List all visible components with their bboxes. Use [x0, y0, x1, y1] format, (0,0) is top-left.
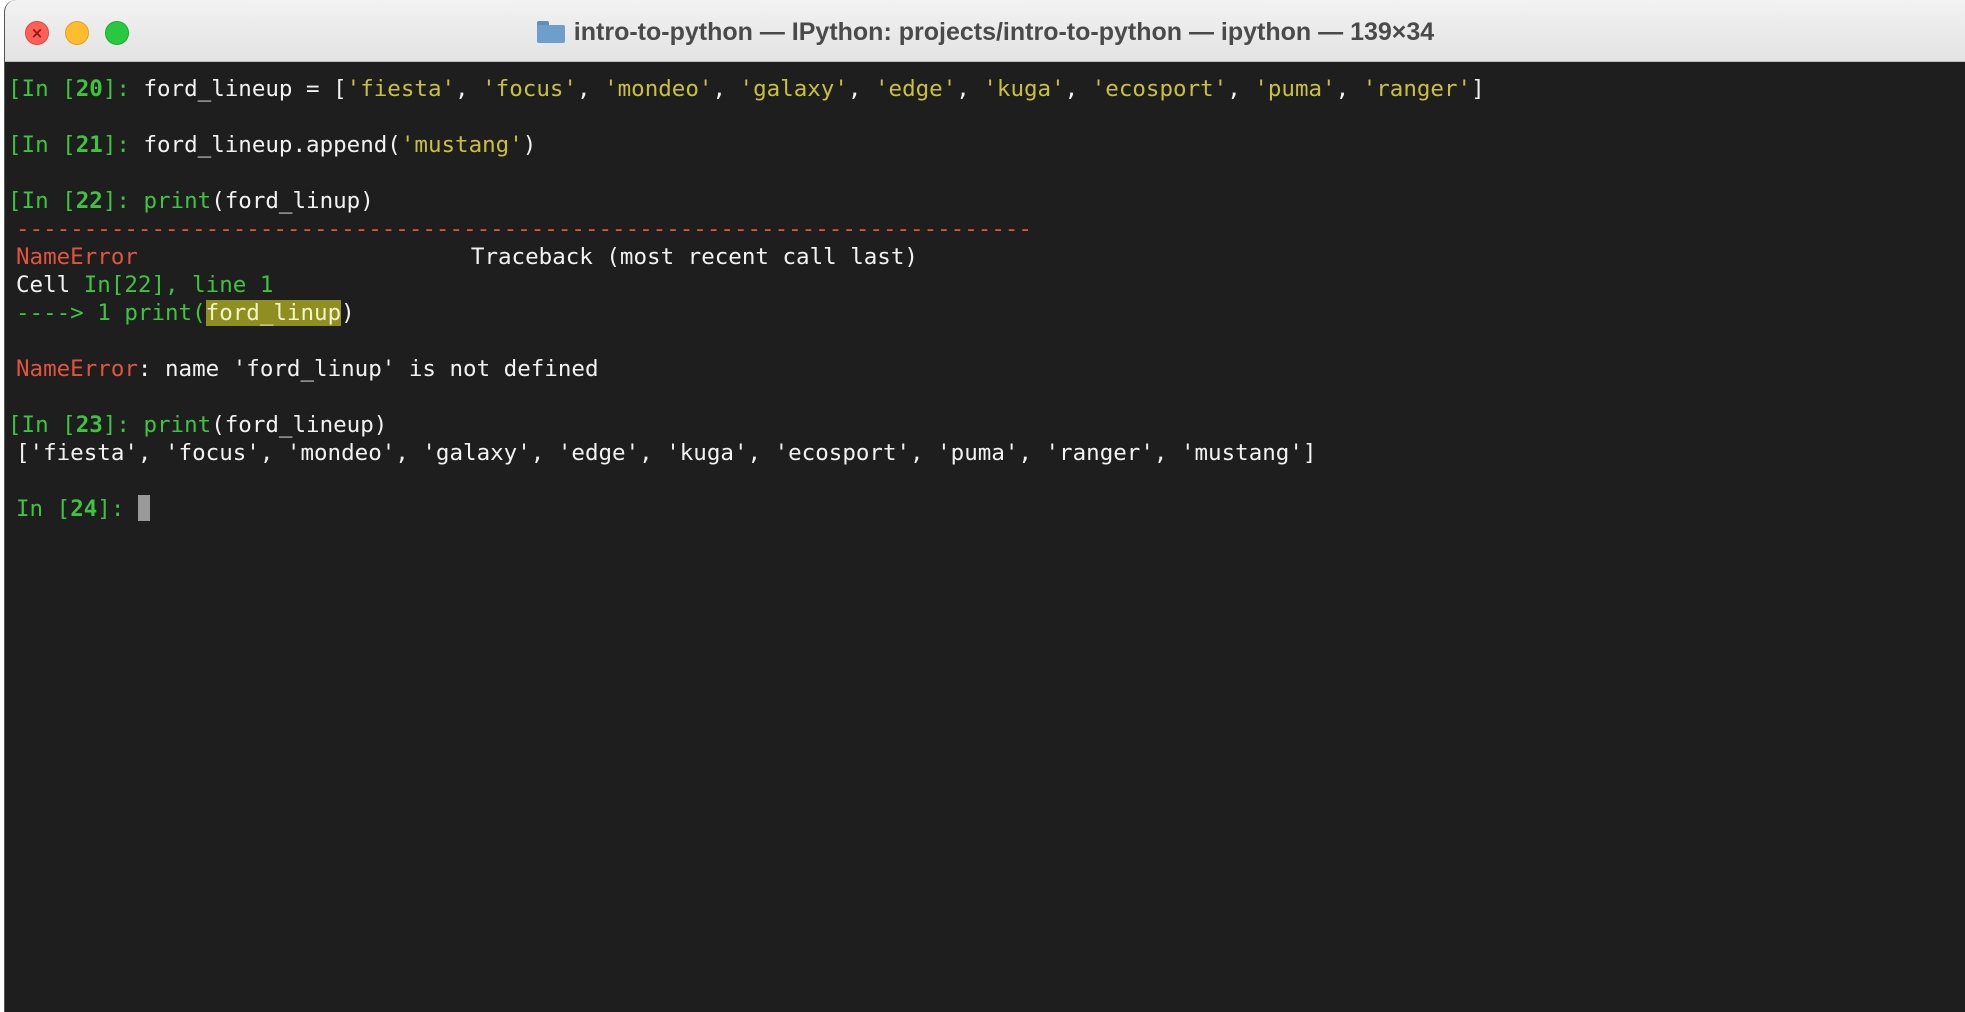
string-literal: 'fiesta' [346, 76, 456, 102]
traceback-header: NameError Traceback (most recent call las… [8, 243, 1965, 271]
text-cursor [137, 495, 150, 521]
code-text: ) [522, 132, 537, 158]
prompt-open: In [ [16, 496, 71, 522]
prompt-number: 21 [75, 132, 103, 158]
code-text: ) [341, 300, 355, 326]
string-literal: 'galaxy' [739, 76, 848, 102]
input-line-20: [In [20]: ford_lineup = ['fiesta', 'focu… [8, 76, 1485, 102]
input-line-24[interactable]: In [24]: [8, 495, 1965, 523]
error-highlight: ford_linup [205, 300, 342, 326]
string-literal: 'mustang' [400, 132, 523, 158]
error-message: : name 'ford_linup' is not defined [137, 356, 599, 382]
window-title-area: intro-to-python — IPython: projects/intr… [5, 14, 1965, 50]
prompt-close: ]: [102, 76, 144, 102]
input-line-23: [In [23]: print(ford_lineup) [8, 411, 1965, 439]
terminal-content[interactable]: [In [20]: ford_lineup = ['fiesta', 'focu… [8, 62, 1965, 1012]
prompt-open: [In [ [8, 412, 76, 438]
string-literal: 'edge' [875, 76, 957, 102]
prompt-close: ]: [97, 496, 138, 522]
input-line-21: [In [21]: ford_lineup.append('mustang') [8, 131, 1965, 159]
prompt-open: [In [ [8, 188, 76, 214]
builtin-function: print [143, 188, 212, 214]
prompt-open: [In [ [8, 132, 76, 158]
prompt-close: ]: [102, 132, 144, 158]
string-literal: 'mondeo' [604, 76, 713, 102]
traceback-arrow-line: ----> 1 print(ford_linup) [8, 299, 1965, 327]
code-text: ford_lineup = [ [143, 76, 347, 102]
builtin-function: print [143, 412, 212, 438]
prompt-number: 23 [75, 412, 103, 438]
traceback-cell-line: Cell In[22], line 1 [8, 271, 1965, 299]
code-text: (ford_linup) [211, 188, 374, 214]
prompt-open: [In [ [8, 76, 76, 102]
prompt-number: 20 [75, 76, 103, 102]
code-text: print( [124, 300, 206, 326]
prompt-close: ]: [102, 188, 144, 214]
prompt-close: ]: [102, 412, 144, 438]
error-name: NameError [16, 244, 138, 270]
string-literal: 'kuga' [983, 76, 1065, 102]
prompt-number: 24 [70, 496, 98, 522]
folder-icon [536, 21, 565, 43]
error-message-line: NameError: name 'ford_linup' is not defi… [8, 355, 1965, 383]
string-literal: 'focus' [482, 76, 577, 102]
input-line-22: [In [22]: print(ford_linup) [8, 187, 1965, 215]
code-text: ] [1471, 76, 1485, 102]
string-literal: 'puma' [1254, 76, 1336, 102]
output-line-23: ['fiesta', 'focus', 'mondeo', 'galaxy', … [16, 440, 1317, 466]
title-bar[interactable]: × intro-to-python — IPython: projects/in… [5, 0, 1965, 62]
code-text: (ford_lineup) [211, 412, 388, 438]
terminal-window: × intro-to-python — IPython: projects/in… [4, 0, 1965, 1012]
traceback-title: Traceback (most recent call last) [470, 244, 918, 270]
cell-label: Cell [16, 272, 84, 298]
traceback-separator: ----------------------------------------… [16, 216, 1032, 242]
code-text: ford_lineup.append( [143, 132, 401, 158]
window-title: intro-to-python — IPython: projects/intr… [573, 17, 1435, 46]
string-literal: 'ecosport' [1091, 76, 1228, 102]
cell-reference: In[22], line 1 [83, 272, 274, 298]
string-literal: 'ranger' [1362, 76, 1472, 102]
traceback-arrow: ----> 1 [16, 300, 125, 326]
error-name: NameError [16, 356, 138, 382]
prompt-number: 22 [75, 188, 103, 214]
